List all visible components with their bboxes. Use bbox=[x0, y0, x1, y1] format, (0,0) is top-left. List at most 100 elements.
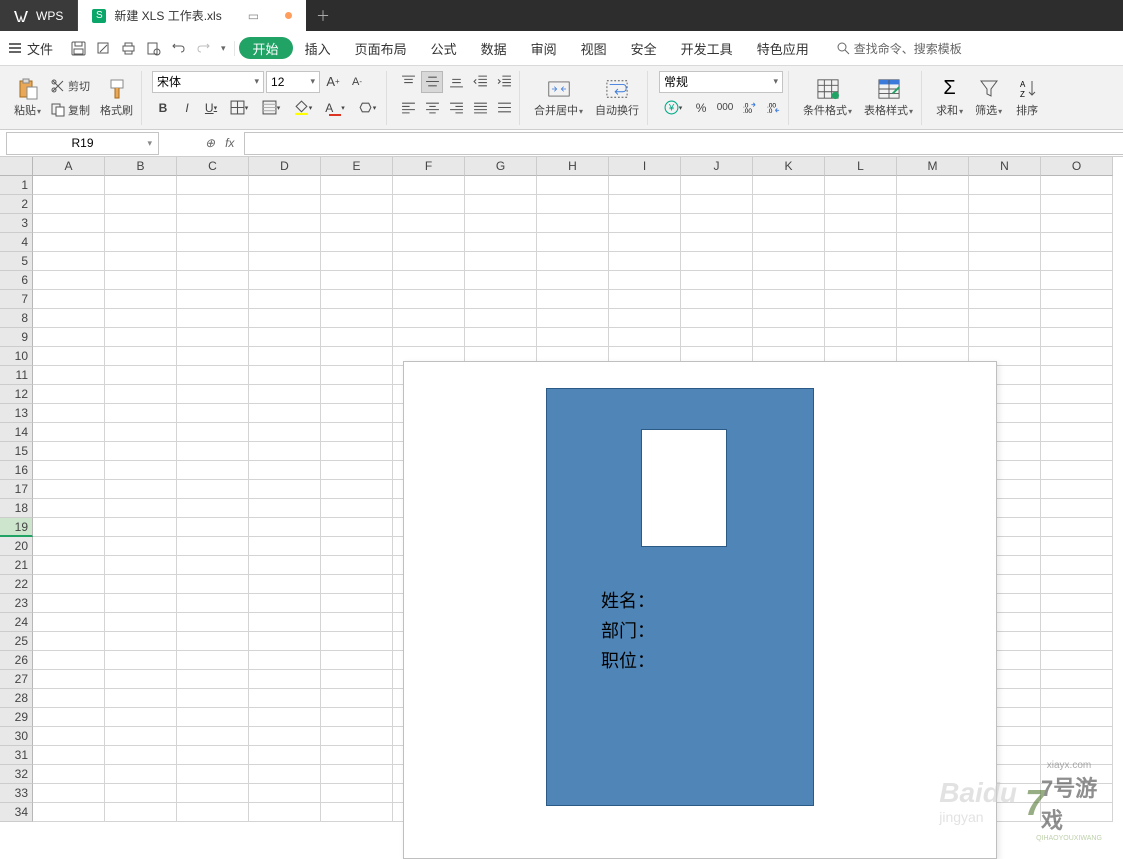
save-as-button[interactable] bbox=[96, 41, 111, 56]
cell[interactable] bbox=[321, 803, 393, 822]
cell[interactable] bbox=[177, 309, 249, 328]
font-size-combo[interactable]: 12▾ bbox=[266, 71, 320, 93]
fx-icon[interactable]: fx bbox=[225, 136, 234, 150]
cell[interactable] bbox=[537, 195, 609, 214]
cell[interactable] bbox=[681, 252, 753, 271]
cell[interactable] bbox=[33, 575, 105, 594]
row-header[interactable]: 33 bbox=[0, 784, 33, 803]
cell[interactable] bbox=[537, 233, 609, 252]
cell[interactable] bbox=[105, 651, 177, 670]
cell[interactable] bbox=[33, 195, 105, 214]
tab-review[interactable]: 审阅 bbox=[519, 31, 569, 66]
cell[interactable] bbox=[465, 252, 537, 271]
cell[interactable] bbox=[681, 195, 753, 214]
column-header[interactable]: C bbox=[177, 157, 249, 176]
cell[interactable] bbox=[1041, 195, 1113, 214]
decrease-indent-button[interactable] bbox=[469, 71, 491, 93]
cell[interactable] bbox=[33, 708, 105, 727]
cell[interactable] bbox=[537, 290, 609, 309]
row-header[interactable]: 16 bbox=[0, 461, 33, 480]
cell[interactable] bbox=[1041, 233, 1113, 252]
cell[interactable] bbox=[33, 556, 105, 575]
cell[interactable] bbox=[249, 651, 321, 670]
cell[interactable] bbox=[105, 575, 177, 594]
cell[interactable] bbox=[825, 195, 897, 214]
cell[interactable] bbox=[321, 366, 393, 385]
tab-security[interactable]: 安全 bbox=[619, 31, 669, 66]
decrease-decimal-button[interactable]: .00.0 bbox=[762, 97, 784, 119]
cell[interactable] bbox=[1041, 309, 1113, 328]
currency-button[interactable]: ¥▾ bbox=[658, 97, 688, 119]
cell[interactable] bbox=[249, 784, 321, 803]
column-header[interactable]: G bbox=[465, 157, 537, 176]
drawing-canvas[interactable]: 姓名： 部门： 职位： bbox=[403, 361, 997, 859]
cell[interactable] bbox=[177, 784, 249, 803]
clear-format-button[interactable]: ▾ bbox=[352, 97, 382, 119]
row-header[interactable]: 7 bbox=[0, 290, 33, 309]
cell[interactable] bbox=[33, 271, 105, 290]
cell[interactable] bbox=[321, 689, 393, 708]
copy-button[interactable]: 复制 bbox=[49, 99, 92, 121]
cell[interactable] bbox=[1041, 708, 1113, 727]
underline-button[interactable]: U▾ bbox=[200, 97, 222, 119]
cell[interactable] bbox=[1041, 594, 1113, 613]
row-header[interactable]: 14 bbox=[0, 423, 33, 442]
cell[interactable] bbox=[1041, 670, 1113, 689]
row-header[interactable]: 17 bbox=[0, 480, 33, 499]
cell[interactable] bbox=[33, 290, 105, 309]
cell[interactable] bbox=[465, 328, 537, 347]
cell[interactable] bbox=[1041, 727, 1113, 746]
zoom-icon[interactable]: ⊕ bbox=[205, 136, 215, 150]
cell[interactable] bbox=[321, 404, 393, 423]
column-header[interactable]: N bbox=[969, 157, 1041, 176]
cell[interactable] bbox=[33, 689, 105, 708]
cell[interactable] bbox=[33, 613, 105, 632]
align-middle-button[interactable] bbox=[421, 71, 443, 93]
row-header[interactable]: 6 bbox=[0, 271, 33, 290]
cell[interactable] bbox=[681, 214, 753, 233]
cell[interactable] bbox=[177, 575, 249, 594]
cell[interactable] bbox=[1041, 556, 1113, 575]
cell[interactable] bbox=[609, 290, 681, 309]
cell[interactable] bbox=[969, 176, 1041, 195]
cell[interactable] bbox=[321, 518, 393, 537]
cell[interactable] bbox=[249, 746, 321, 765]
tab-data[interactable]: 数据 bbox=[469, 31, 519, 66]
column-header[interactable]: H bbox=[537, 157, 609, 176]
cell[interactable] bbox=[105, 176, 177, 195]
cell[interactable] bbox=[897, 271, 969, 290]
cell[interactable] bbox=[753, 195, 825, 214]
cell[interactable] bbox=[465, 309, 537, 328]
tab-formula[interactable]: 公式 bbox=[419, 31, 469, 66]
cell[interactable] bbox=[321, 499, 393, 518]
row-header[interactable]: 2 bbox=[0, 195, 33, 214]
cell[interactable] bbox=[609, 328, 681, 347]
row-header[interactable]: 11 bbox=[0, 366, 33, 385]
cell[interactable] bbox=[105, 347, 177, 366]
sort-button[interactable]: AZ 排序 bbox=[1010, 76, 1044, 120]
cell[interactable] bbox=[105, 556, 177, 575]
cell[interactable] bbox=[753, 176, 825, 195]
cell[interactable] bbox=[969, 328, 1041, 347]
bold-button[interactable]: B bbox=[152, 97, 174, 119]
cell[interactable] bbox=[105, 385, 177, 404]
cell[interactable] bbox=[537, 214, 609, 233]
cell[interactable] bbox=[33, 632, 105, 651]
cell[interactable] bbox=[1041, 290, 1113, 309]
cell[interactable] bbox=[825, 290, 897, 309]
row-header[interactable]: 31 bbox=[0, 746, 33, 765]
photo-placeholder[interactable] bbox=[641, 429, 727, 547]
font-name-combo[interactable]: 宋体▾ bbox=[152, 71, 264, 93]
number-format-combo[interactable]: 常规▾ bbox=[659, 71, 783, 93]
table-style-button[interactable]: 表格样式 bbox=[860, 76, 917, 120]
cell[interactable] bbox=[1041, 442, 1113, 461]
cell[interactable] bbox=[249, 347, 321, 366]
cell[interactable] bbox=[177, 328, 249, 347]
cell[interactable] bbox=[177, 708, 249, 727]
cell[interactable] bbox=[825, 233, 897, 252]
cell[interactable] bbox=[105, 195, 177, 214]
cell[interactable] bbox=[897, 328, 969, 347]
sum-button[interactable]: Σ 求和 bbox=[932, 76, 967, 120]
cell[interactable] bbox=[33, 727, 105, 746]
id-card-shape[interactable]: 姓名： 部门： 职位： bbox=[546, 388, 814, 806]
